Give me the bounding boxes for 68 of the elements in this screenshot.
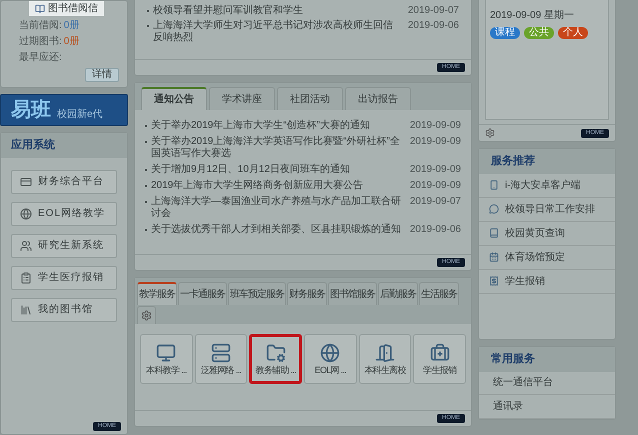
panel-header: 服务推荐 [479,149,615,174]
system-button[interactable]: 学生医疗报销 [11,266,117,290]
notice-tab[interactable]: 社团活动 [277,87,343,110]
notice-date: 2019-09-09 [410,180,461,192]
library-tab-label: 图书借阅信 [48,2,98,16]
panel-header: 常用服务 [479,347,615,372]
notice-link[interactable]: 关于举办2019上海海洋大学英语写作比赛暨“外研社杯”全国英语写作大赛选 [151,136,404,160]
notice-date: 2019-09-09 [410,120,461,132]
service-tab[interactable]: 财务服务 [287,282,327,305]
banner-logo: 易班 [11,98,51,122]
notice-date: 2019-09-09 [410,164,461,176]
calendar-date: 2019-09-09 星期一 [490,8,575,23]
news-link[interactable]: 上海海洋大学师生对习近平总书记对涉农高校师生回信反响热烈 [153,20,400,44]
calendar-tag: 个人 [558,27,588,39]
app-tile[interactable]: 本科教学 ... [140,334,193,384]
system-button[interactable]: EOL网络教学 [11,202,117,226]
library-tab[interactable]: 图书借阅信 [29,1,104,16]
app-tile[interactable]: 教务辅助 ... [249,334,302,384]
app-tile[interactable]: 泛雅网络 ... [194,334,248,384]
field-value: 0册 [64,36,80,48]
system-button[interactable]: 研究生新系统 [11,234,117,258]
field-value: 0册 [64,20,80,32]
app-tile[interactable]: 本科生离校 [358,334,412,384]
service-link[interactable]: 校领导日常工作安排 [479,198,615,222]
service-label: 校园黄页查询 [505,226,565,240]
notice-link[interactable]: 关于增加9月12日、10月12日夜间班车的通知 [151,164,404,176]
service-tab[interactable]: 后勤服务 [378,282,418,305]
notice-date: 2019-09-07 [410,196,461,209]
service-link[interactable]: 体育场馆预定 [479,246,615,270]
panel-header: 应用系统 [1,133,127,158]
service-tab[interactable]: 图书馆服务 [328,282,377,305]
news-date: 2019-09-06 [408,20,459,33]
service-label: 学生报销 [505,274,545,288]
app-tile[interactable]: 学生报销 [413,334,466,384]
service-link[interactable]: 学生报销 [479,270,615,294]
system-button[interactable]: 我的图书馆 [11,298,117,322]
notice-date: 2019-09-06 [410,224,461,236]
common-link[interactable]: 统一通信平台 [479,372,615,396]
field-label: 过期图书: [19,36,62,48]
notice-link[interactable]: 关于举办2019年上海市大学生“创造杯”大赛的通知 [151,120,404,132]
notice-tab[interactable]: 出访报告 [345,87,411,110]
app-tile[interactable]: EOL网 ... [304,334,357,384]
notice-link[interactable]: 关于选拔优秀干部人才到相关部委、区县挂职锻炼的通知 [151,224,404,236]
notice-link[interactable]: 2019年上海市大学生网络商务创新应用大赛公告 [151,180,404,192]
service-label: 校领导日常工作安排 [505,202,595,216]
service-link[interactable]: 校园黄页查询 [479,222,615,246]
details-button[interactable]: 详情 [85,68,119,82]
service-label: 体育场馆预定 [505,250,565,264]
calendar-tag: 公共 [524,27,554,39]
service-tab[interactable]: 一卡通服务 [178,282,227,305]
field-label: 最早应还: [19,52,62,64]
banner[interactable]: 易班 校园新e代 [0,94,128,126]
service-tab[interactable]: 教学服务 [137,282,177,305]
service-tab[interactable]: 生活服务 [419,282,459,305]
system-button[interactable]: 财务综合平台 [11,170,117,194]
service-link[interactable]: i-海大安卓客户端 [479,174,615,198]
notice-tab[interactable]: 学术讲座 [209,87,275,110]
notice-link[interactable]: 上海海洋大学—泰国渔业司水产养殖与水产品加工联合研讨会 [151,196,404,220]
notice-date: 2019-09-09 [410,136,461,149]
calendar-tag: 课程 [490,27,520,39]
common-link[interactable]: 通讯录 [479,395,615,419]
news-link[interactable]: 校领导看望并慰问军训教官和学生 [153,5,400,17]
service-tab[interactable]: 班车预定服务 [228,282,286,305]
field-label: 当前借阅: [19,20,62,32]
banner-slogan: 校园新e代 [57,108,103,122]
news-date: 2019-09-07 [408,5,459,17]
service-label: i-海大安卓客户端 [505,178,581,192]
notice-tab[interactable]: 通知公告 [141,87,207,110]
